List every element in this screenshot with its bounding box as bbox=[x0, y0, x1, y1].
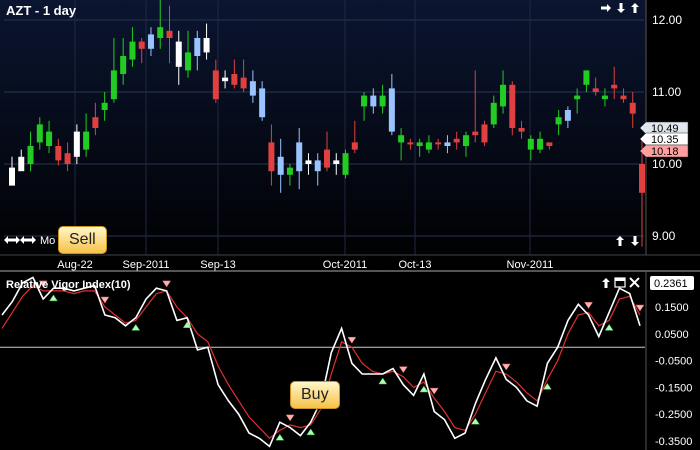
date-label: Nov-2011 bbox=[507, 259, 554, 271]
candle-body[interactable] bbox=[509, 84, 516, 128]
candle-body[interactable] bbox=[305, 160, 312, 164]
price-tag: 10.35 bbox=[639, 132, 689, 146]
candle-body[interactable] bbox=[73, 131, 80, 157]
price-panel-title: AZT - 1 day bbox=[6, 3, 77, 18]
date-label: Aug-22 bbox=[57, 259, 92, 271]
candle-body[interactable] bbox=[55, 146, 62, 161]
candle-body[interactable] bbox=[101, 102, 108, 110]
candle-body[interactable] bbox=[416, 142, 423, 146]
price-tick-label: 9.00 bbox=[652, 229, 676, 243]
candle-body[interactable] bbox=[231, 74, 238, 85]
price-tag-label: 10.35 bbox=[651, 134, 679, 146]
candle-body[interactable] bbox=[64, 153, 71, 164]
candle-body[interactable] bbox=[92, 117, 99, 128]
candle-body[interactable] bbox=[407, 142, 414, 145]
indicator-tick-label: 0.0500 bbox=[655, 329, 689, 341]
candle-body[interactable] bbox=[194, 38, 201, 56]
candle-body[interactable] bbox=[249, 81, 256, 96]
window-icon-bar[interactable] bbox=[615, 278, 625, 281]
price-tag: 10.18 bbox=[639, 144, 689, 158]
candle-body[interactable] bbox=[481, 124, 488, 143]
candle-body[interactable] bbox=[36, 124, 43, 143]
candle-body[interactable] bbox=[370, 95, 377, 107]
bottom-left-label: Mo bbox=[40, 235, 55, 247]
candle-body[interactable] bbox=[314, 160, 321, 172]
buy-callout: Buy bbox=[290, 381, 340, 409]
candle-body[interactable] bbox=[27, 146, 34, 164]
sell-callout: Sell bbox=[58, 226, 107, 254]
current-value-label: 0.2361 bbox=[654, 278, 688, 290]
candle-body[interactable] bbox=[601, 95, 608, 100]
candle-body[interactable] bbox=[462, 135, 469, 146]
date-label: Oct-13 bbox=[398, 259, 431, 271]
candle-body[interactable] bbox=[518, 128, 525, 132]
candle-body[interactable] bbox=[129, 41, 136, 60]
candle-body[interactable] bbox=[166, 30, 173, 38]
candle-body[interactable] bbox=[629, 102, 636, 114]
candle-body[interactable] bbox=[185, 52, 192, 71]
price-tick-label: 10.00 bbox=[652, 157, 682, 171]
indicator-chart[interactable]: 0.1500 0.0500 -0.0500 -0.1500 -0.2500 -0.3500… bbox=[0, 272, 700, 450]
candle-body[interactable] bbox=[444, 142, 451, 146]
indicator-tick-label: -0.3500 bbox=[655, 436, 692, 448]
candle-body[interactable] bbox=[398, 135, 405, 143]
candle-body[interactable] bbox=[342, 153, 349, 175]
candle-body[interactable] bbox=[388, 88, 395, 132]
candle-body[interactable] bbox=[425, 142, 432, 150]
candle-body[interactable] bbox=[527, 138, 534, 150]
candle-body[interactable] bbox=[351, 142, 358, 150]
candle-body[interactable] bbox=[203, 38, 210, 53]
candle-body[interactable] bbox=[333, 160, 340, 164]
candle-body[interactable] bbox=[435, 142, 442, 145]
candle-body[interactable] bbox=[296, 142, 303, 172]
candle-body[interactable] bbox=[490, 102, 497, 125]
candle-body[interactable] bbox=[157, 27, 164, 38]
candle-body[interactable] bbox=[120, 56, 127, 74]
candle-body[interactable] bbox=[138, 41, 145, 49]
candle-body[interactable] bbox=[259, 88, 266, 118]
indicator-tick-label: -0.1500 bbox=[655, 382, 692, 394]
price-tick-label: 11.00 bbox=[652, 85, 681, 99]
candle-body[interactable] bbox=[453, 138, 460, 143]
trading-chart-window: 12.00 11.00 10.00 9.00 Aug-22 Sep-2011 Sep-13 O… bbox=[0, 0, 700, 450]
date-label: Sep-13 bbox=[200, 259, 235, 271]
indicator-panel-title: Relative Vigor Index(10) bbox=[6, 279, 131, 291]
candle-body[interactable] bbox=[620, 95, 627, 100]
candle-body[interactable] bbox=[361, 95, 368, 107]
candle-body[interactable] bbox=[222, 77, 229, 82]
candle-body[interactable] bbox=[546, 142, 553, 146]
candle-body[interactable] bbox=[379, 95, 386, 107]
candle-body[interactable] bbox=[147, 34, 154, 49]
candle-body[interactable] bbox=[240, 77, 247, 89]
candle-body[interactable] bbox=[9, 167, 15, 186]
candle-body[interactable] bbox=[18, 156, 25, 172]
candle-body[interactable] bbox=[212, 70, 219, 100]
indicator-tick-label: 0.1500 bbox=[655, 302, 689, 314]
candle-body[interactable] bbox=[110, 70, 117, 100]
candle-body[interactable] bbox=[472, 131, 479, 136]
candle-body[interactable] bbox=[500, 84, 507, 107]
indicator-tick-label: -0.0500 bbox=[655, 356, 692, 368]
candle-body[interactable] bbox=[592, 88, 599, 92]
price-tag-label: 10.18 bbox=[651, 146, 679, 158]
candle-body[interactable] bbox=[46, 131, 53, 146]
candle-body[interactable] bbox=[277, 156, 284, 175]
candle-body[interactable] bbox=[324, 149, 330, 168]
indicator-tick-label: -0.2500 bbox=[655, 409, 692, 421]
candle-body[interactable] bbox=[611, 84, 618, 89]
candle-body[interactable] bbox=[555, 117, 562, 125]
date-label: Sep-2011 bbox=[123, 259, 170, 271]
candle-body[interactable] bbox=[286, 167, 293, 175]
candle-body[interactable] bbox=[583, 70, 590, 85]
candle-body[interactable] bbox=[268, 142, 275, 172]
candle-body[interactable] bbox=[537, 138, 544, 150]
price-tick-label: 12.00 bbox=[652, 13, 682, 27]
candle-body[interactable] bbox=[574, 95, 581, 100]
candle-body[interactable] bbox=[175, 41, 182, 67]
candle-body[interactable] bbox=[83, 131, 90, 150]
date-label: Oct-2011 bbox=[323, 259, 367, 271]
candle-body[interactable] bbox=[564, 110, 571, 121]
candle-body[interactable] bbox=[639, 164, 645, 193]
